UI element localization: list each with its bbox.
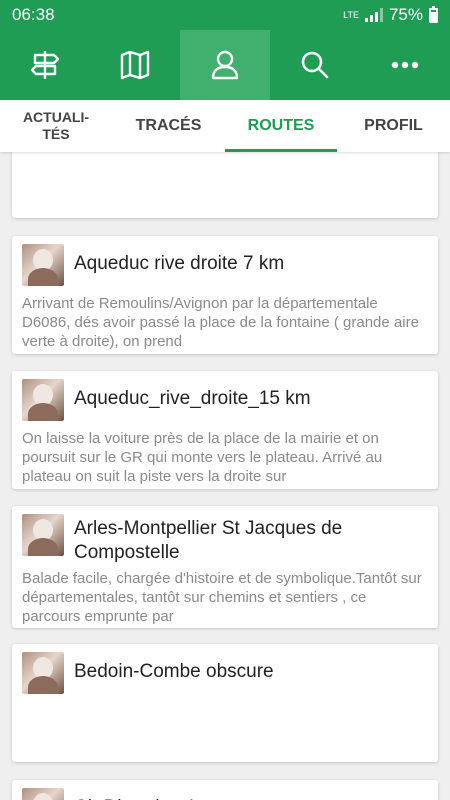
status-time: 06:38 (12, 5, 55, 24)
battery-percent: 75% (388, 5, 423, 24)
route-card[interactable]: Arles-Montpellier St Jacques de Composte… (12, 506, 438, 628)
route-list: Aqueduc rive droite 7 km Arrivant de Rem… (0, 152, 450, 800)
status-indicators: LTE 75% (343, 5, 438, 25)
route-card[interactable]: Ch.Dieu-des-1 (12, 780, 438, 800)
route-title: Bedoin-Combe obscure (74, 661, 274, 682)
toolbar-signpost-button[interactable] (0, 30, 90, 100)
route-title: Aqueduc_rive_droite_15 km (74, 388, 311, 409)
tab-label: PROFIL (364, 117, 423, 134)
tab-label: ROUTES (247, 117, 315, 134)
avatar (22, 244, 64, 286)
toolbar-map-button[interactable] (90, 30, 180, 100)
route-title: Ch.Dieu-des-1 (74, 788, 197, 800)
toolbar-search-button[interactable] (270, 30, 360, 100)
route-card-partial[interactable] (12, 152, 438, 218)
tab-label: ACTUALI- TÉS (22, 109, 90, 142)
route-title: Aqueduc rive droite 7 km (74, 253, 285, 274)
avatar (22, 379, 64, 421)
network-type: LTE (343, 10, 359, 20)
toolbar-profile-button[interactable] (180, 30, 270, 100)
route-description: On laisse la voiture près de la place de… (22, 430, 383, 485)
more-icon (391, 61, 419, 69)
route-card[interactable]: Aqueduc rive droite 7 km Arrivant de Rem… (12, 236, 438, 354)
signpost-icon (30, 51, 60, 79)
route-card[interactable]: Bedoin-Combe obscure (12, 644, 438, 762)
avatar (22, 514, 64, 556)
battery-icon (429, 5, 438, 23)
status-bar: 06:38 LTE 75% (0, 0, 450, 30)
tab-routes[interactable]: ROUTES (225, 100, 337, 152)
tab-traces[interactable]: TRACÉS (112, 100, 225, 152)
route-description: Arrivant de Remoulins/Avignon par la dép… (22, 295, 419, 350)
search-icon (301, 51, 329, 79)
top-toolbar (0, 30, 450, 100)
tab-label: TRACÉS (135, 117, 202, 134)
toolbar-more-button[interactable] (360, 30, 450, 100)
profile-icon (211, 50, 239, 80)
signal-icon (364, 8, 383, 22)
route-title: Arles-Montpellier St Jacques de Composte… (74, 518, 343, 563)
route-description: Balade facile, chargée d'histoire et de … (22, 570, 422, 625)
map-icon (120, 50, 150, 80)
route-card[interactable]: Aqueduc_rive_droite_15 km On laisse la v… (12, 371, 438, 489)
tab-actualites[interactable]: ACTUALI- TÉS (0, 100, 112, 152)
avatar (22, 788, 64, 800)
tab-profil[interactable]: PROFIL (337, 100, 450, 152)
tab-bar: ACTUALI- TÉS TRACÉS ROUTES PROFIL (0, 100, 450, 152)
avatar (22, 652, 64, 694)
